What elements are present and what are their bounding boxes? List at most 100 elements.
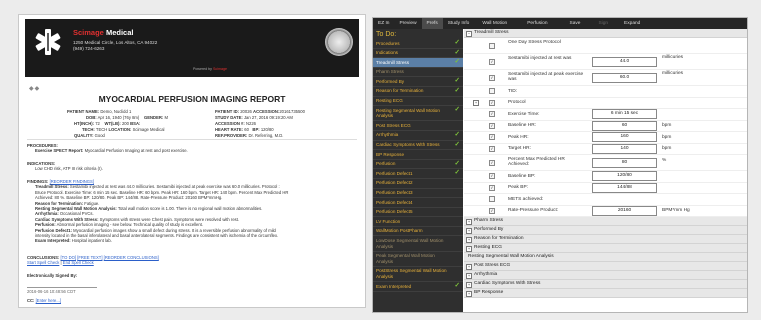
section-treadmill-stress[interactable]: − Treadmill Stress	[464, 29, 747, 38]
field-checkbox[interactable]: ✓	[489, 145, 495, 152]
todo-item-label: Perfusion	[376, 161, 396, 167]
field-checkbox[interactable]: ✓	[489, 173, 495, 180]
expand-icon[interactable]: +	[466, 246, 472, 252]
todo-item-label: BP Response	[376, 151, 405, 157]
tab-save[interactable]: Save	[560, 18, 591, 29]
expand-icon[interactable]: +	[466, 291, 472, 297]
field-checkbox[interactable]	[489, 196, 495, 203]
field-checkbox[interactable]	[489, 42, 495, 49]
todo-item-procedures[interactable]: Procedures ✓	[373, 39, 463, 49]
report-header: Scimage Medical 1250 Medical Circle, Los…	[25, 19, 359, 77]
reorder-findings-link[interactable]: [REORDER FINDINGS]	[50, 179, 94, 184]
todo-item-perfusion-defect5[interactable]: Perfusion Defect5	[373, 208, 463, 218]
field-checkbox[interactable]: ✓	[489, 99, 495, 106]
field-checkbox[interactable]: ✓	[489, 207, 495, 214]
field-input[interactable]: 120/80	[592, 171, 657, 182]
expand-icon[interactable]: +	[466, 282, 472, 288]
section-cardiac-symptoms-with-stress[interactable]: + Cardiac Symptoms With Stress	[464, 280, 747, 289]
field-input[interactable]: 140	[592, 143, 657, 154]
star-of-life-icon	[35, 29, 61, 55]
todo-item-bp-response[interactable]: BP Response	[373, 150, 463, 160]
start-spell-check-link[interactable]: Start Spell Check	[27, 260, 59, 265]
field-checkbox[interactable]: ✓	[489, 74, 495, 81]
checkmark-icon: ✓	[454, 39, 460, 46]
section-post-stress-ecg[interactable]: + Post Stress ECG	[464, 262, 747, 271]
tab-prefs[interactable]: Prefs	[421, 18, 443, 29]
expand-icon[interactable]: +	[473, 99, 479, 106]
field-input[interactable]: 144/88	[592, 182, 657, 193]
section-reason-for-termination[interactable]: + Reason for Termination	[464, 235, 747, 244]
todo-item-indications[interactable]: Indications ✓	[373, 49, 463, 59]
expand-icon[interactable]: +	[466, 264, 472, 270]
expand-icon[interactable]: +	[466, 273, 472, 279]
todo-item-label: Cardiac Symptoms With Stress	[376, 142, 440, 148]
todo-item-treadmill-stress[interactable]: Treadmill Stress ✓	[373, 58, 463, 68]
todo-item-performed-by[interactable]: Performed By ✓	[373, 77, 463, 87]
field-checkbox[interactable]: ✓	[489, 122, 495, 129]
todo-item-arrhythmia[interactable]: Arrhythmia ✓	[373, 131, 463, 141]
field-checkbox[interactable]: ✓	[489, 111, 495, 118]
todo-link[interactable]: [TO DO]	[61, 255, 77, 260]
todo-item-perfusion-defect3[interactable]: Perfusion Defect3	[373, 189, 463, 199]
field-unit: bpm	[662, 123, 672, 128]
todo-item-label: Perfusion Defect5	[376, 209, 413, 215]
tab-perfusion[interactable]: Perfusion	[515, 18, 559, 29]
expand-icon[interactable]: +	[466, 228, 472, 234]
end-spell-check-link[interactable]: End Spell Check	[63, 260, 94, 265]
field-checkbox[interactable]: ✓	[489, 159, 495, 166]
field-input[interactable]: 6 min 15 sec	[592, 109, 657, 120]
todo-item-label: Reason for Termination	[376, 88, 424, 94]
section-pharm-stress[interactable]: + Pharm Stress	[464, 217, 747, 226]
tab-study-info[interactable]: Study Info	[443, 18, 475, 29]
tab-sign[interactable]: Sign	[590, 18, 616, 29]
field-checkbox[interactable]: ✓	[489, 184, 495, 191]
section-performed-by[interactable]: + Performed By	[464, 226, 747, 235]
todo-item-lowdose-segmental-wall-motion-analysis[interactable]: LowDose Segmental Wall Motion Analysis	[373, 236, 463, 252]
tab-wall-motion[interactable]: Wall Motion	[474, 18, 515, 29]
expand-icon[interactable]: +	[466, 237, 472, 243]
field-input[interactable]: 160	[592, 132, 657, 143]
todo-item-peak-segmental-wall-motion-analysis[interactable]: Peak Segmental Wall Motion Analysis	[373, 252, 463, 267]
field-row-baseline-bp: ✓ Baseline BP: 120/80	[464, 171, 747, 183]
todo-item-label: Perfusion Defect2	[376, 180, 413, 186]
todo-item-lv-function[interactable]: LV Function	[373, 217, 463, 227]
section-resting-ecg[interactable]: + Resting ECG	[464, 244, 747, 253]
tab-preview[interactable]: Preview	[394, 18, 421, 29]
field-input[interactable]: 60	[592, 120, 657, 131]
section-resting-segmental-wall-motion-analysis[interactable]: Resting Segmental Wall Motion Analysis	[464, 253, 747, 262]
tab-ez-in[interactable]: EZ In	[373, 18, 394, 29]
todo-item-reason-for-termination[interactable]: Reason for Termination ✓	[373, 87, 463, 97]
todo-item-resting-segmental-wall-motion-analysis[interactable]: Resting Segmental Wall Motion Analysis ✓	[373, 106, 463, 122]
todo-item-perfusion-defect4[interactable]: Perfusion Defect4	[373, 198, 463, 208]
todo-item-resting-ecg[interactable]: Resting ECG	[373, 97, 463, 107]
cc-enter-link[interactable]: [Enter here...]	[36, 298, 61, 303]
todo-item-perfusion-defect2[interactable]: Perfusion Defect2	[373, 179, 463, 189]
field-checkbox[interactable]: ✓	[489, 58, 495, 65]
todo-item-perfusion[interactable]: Perfusion ✓	[373, 160, 463, 170]
divider	[27, 139, 357, 140]
field-label: Percent Max Predicted HR Achieved:	[508, 156, 565, 168]
field-input[interactable]: 80	[592, 157, 657, 168]
todo-item-perfusion-defect1[interactable]: Perfusion Defect1 ✓	[373, 169, 463, 179]
section-label: BP Response	[474, 290, 504, 295]
todo-item-wallmotion-postpharm[interactable]: WallMotion PostPharm	[373, 227, 463, 237]
todo-item-cardiac-symptoms-with-stress[interactable]: Cardiac Symptoms With Stress ✓	[373, 141, 463, 151]
field-checkbox[interactable]	[489, 88, 495, 95]
nav-arrows-icon[interactable]: ◆◆	[29, 85, 40, 92]
tab-expand[interactable]: Expand	[616, 18, 648, 29]
expand-icon[interactable]: +	[466, 219, 472, 225]
todo-item-exam-interpreted[interactable]: Exam Interpreted ✓	[373, 282, 463, 292]
section-bp-response[interactable]: + BP Response	[464, 289, 747, 298]
section-arrhythmia[interactable]: + Arrhythmia	[464, 271, 747, 280]
field-input[interactable]: 60.0	[592, 72, 657, 83]
field-checkbox[interactable]: ✓	[489, 134, 495, 141]
field-label: Target HR:	[508, 146, 531, 151]
todo-item-pharm-stress[interactable]: Pharm Stress	[373, 68, 463, 78]
reorder-conclusions-link[interactable]: [REORDER CONCLUSIONS]	[104, 255, 159, 260]
free-text-link[interactable]: [FREE TEXT]	[77, 255, 102, 260]
todo-item-poststress-segmental-wall-motion-analysis[interactable]: PostStress Segmental Wall Motion Analysi…	[373, 267, 463, 283]
todo-item-post-stress-ecg[interactable]: Post Stress ECG	[373, 121, 463, 131]
field-input[interactable]: 44.0	[592, 56, 657, 67]
collapse-icon[interactable]: −	[466, 31, 472, 37]
field-input[interactable]: 20160	[592, 205, 657, 216]
